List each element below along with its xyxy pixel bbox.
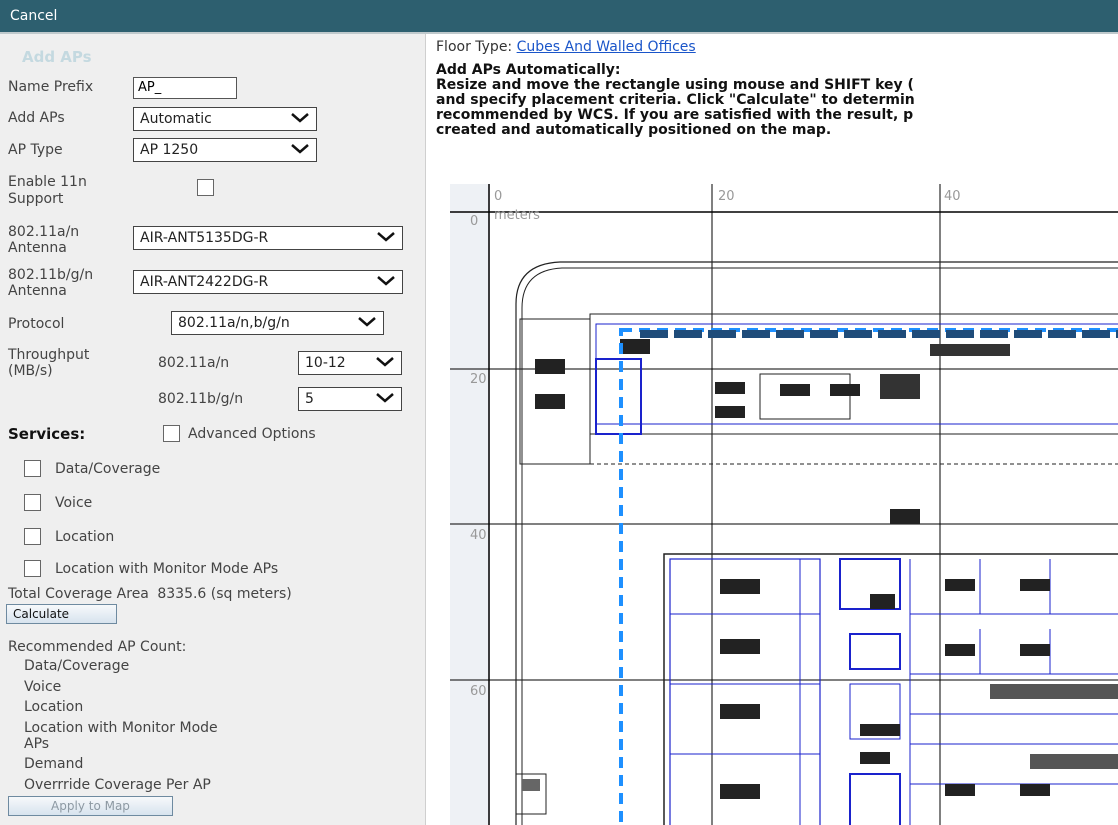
recommended-item: Location: [24, 699, 84, 715]
antenna-a-label-2: Antenna: [8, 240, 67, 256]
x-tick: 20: [718, 189, 735, 204]
enable-11n-checkbox[interactable]: [197, 179, 214, 196]
units-label: meters: [494, 208, 540, 223]
chevron-down-icon: [291, 113, 309, 123]
floor-type: Floor Type: Cubes And Walled Offices: [436, 39, 696, 55]
service-checkbox[interactable]: [24, 528, 41, 545]
antenna-bg-select[interactable]: AIR-ANT2422DG-R: [133, 270, 403, 294]
y-tick: 40: [470, 528, 487, 543]
antenna-a-select[interactable]: AIR-ANT5135DG-R: [133, 226, 403, 250]
name-prefix-input[interactable]: AP_: [133, 77, 237, 99]
throughput-bg-label: 802.11b/g/n: [158, 391, 244, 407]
total-coverage-label: Total Coverage Area 8335.6 (sq meters): [8, 586, 292, 603]
add-aps-value: Automatic: [140, 111, 212, 127]
services-label: Services:: [8, 425, 86, 443]
protocol-label: Protocol: [8, 316, 65, 332]
cancel-link[interactable]: Cancel: [10, 8, 57, 24]
ap-type-select[interactable]: AP 1250: [133, 138, 317, 162]
panel-title: Add APs: [22, 48, 92, 66]
instruction-line: created and automatically positioned on …: [436, 122, 832, 138]
throughput-bg-value: 5: [305, 391, 314, 407]
chevron-down-icon: [377, 276, 395, 286]
chevron-down-icon: [376, 357, 394, 367]
antenna-bg-label-2: Antenna: [8, 283, 67, 299]
ap-type-value: AP 1250: [140, 142, 199, 158]
chevron-down-icon: [358, 317, 376, 327]
enable-11n-label-1: Enable 11n: [8, 174, 87, 190]
throughput-label-2: (MB/s): [8, 363, 53, 379]
protocol-value: 802.11a/n,b/g/n: [178, 315, 290, 331]
floor-type-link[interactable]: Cubes And Walled Offices: [517, 39, 696, 55]
antenna-a-value: AIR-ANT5135DG-R: [140, 230, 269, 246]
y-tick: 60: [470, 684, 487, 699]
add-aps-panel: Add APs Name Prefix AP_ Add APs Automati…: [0, 34, 426, 825]
chevron-down-icon: [291, 144, 309, 154]
recommended-item: Demand: [24, 756, 84, 772]
add-aps-label: Add APs: [8, 110, 65, 126]
map-panel: Floor Type: Cubes And Walled Offices Add…: [426, 34, 1118, 825]
x-tick: 0: [494, 189, 503, 204]
throughput-a-label: 802.11a/n: [158, 355, 230, 371]
antenna-a-label-1: 802.11a/n: [8, 224, 80, 240]
service-label: Data/Coverage: [55, 461, 161, 477]
floor-type-label: Floor Type:: [436, 39, 513, 55]
floor-map[interactable]: 0 20 40 0 20 40 60 meters: [450, 184, 1118, 825]
advanced-options-label: Advanced Options: [188, 426, 316, 442]
instruction-line: Resize and move the rectangle using mous…: [436, 77, 914, 93]
antenna-bg-value: AIR-ANT2422DG-R: [140, 274, 269, 290]
recommended-item: Overrride Coverage Per AP: [24, 777, 211, 793]
service-checkbox[interactable]: [24, 560, 41, 577]
recommended-item: Data/Coverage: [24, 658, 130, 674]
floor-plan: [450, 184, 1118, 825]
recommended-title: Recommended AP Count:: [8, 639, 187, 655]
antenna-bg-label-1: 802.11b/g/n: [8, 267, 94, 283]
service-checkbox[interactable]: [24, 494, 41, 511]
enable-11n-label-2: Support: [8, 191, 64, 207]
protocol-select[interactable]: 802.11a/n,b/g/n: [171, 311, 384, 335]
total-coverage-value: 8335.6 (sq meters): [157, 586, 292, 602]
throughput-bg-select[interactable]: 5: [298, 387, 402, 411]
y-tick: 0: [470, 214, 479, 229]
ap-type-label: AP Type: [8, 142, 63, 158]
recommended-item: APs: [24, 736, 50, 752]
total-coverage-title: Total Coverage Area: [8, 586, 149, 602]
chevron-down-icon: [377, 232, 395, 242]
service-label: Voice: [55, 495, 93, 511]
service-label: Location with Monitor Mode APs: [55, 561, 279, 577]
top-bar: Cancel: [0, 0, 1118, 34]
instruction-line: recommended by WCS. If you are satisfied…: [436, 107, 914, 123]
throughput-label-1: Throughput: [8, 347, 90, 363]
throughput-a-select[interactable]: 10-12: [298, 351, 402, 375]
service-checkbox[interactable]: [24, 460, 41, 477]
name-prefix-label: Name Prefix: [8, 79, 94, 95]
x-tick: 40: [944, 189, 961, 204]
calculate-button[interactable]: Calculate: [6, 604, 117, 624]
advanced-options-checkbox[interactable]: [163, 425, 180, 442]
apply-to-map-button[interactable]: Apply to Map: [8, 796, 173, 816]
recommended-item: Location with Monitor Mode: [24, 720, 218, 736]
instruction-line: and specify placement criteria. Click "C…: [436, 92, 915, 108]
recommended-item: Voice: [24, 679, 62, 695]
add-aps-heading: Add APs Automatically:: [436, 62, 621, 78]
service-label: Location: [55, 529, 115, 545]
chevron-down-icon: [376, 393, 394, 403]
add-aps-select[interactable]: Automatic: [133, 107, 317, 131]
y-tick: 20: [470, 372, 487, 387]
throughput-a-value: 10-12: [305, 355, 346, 371]
